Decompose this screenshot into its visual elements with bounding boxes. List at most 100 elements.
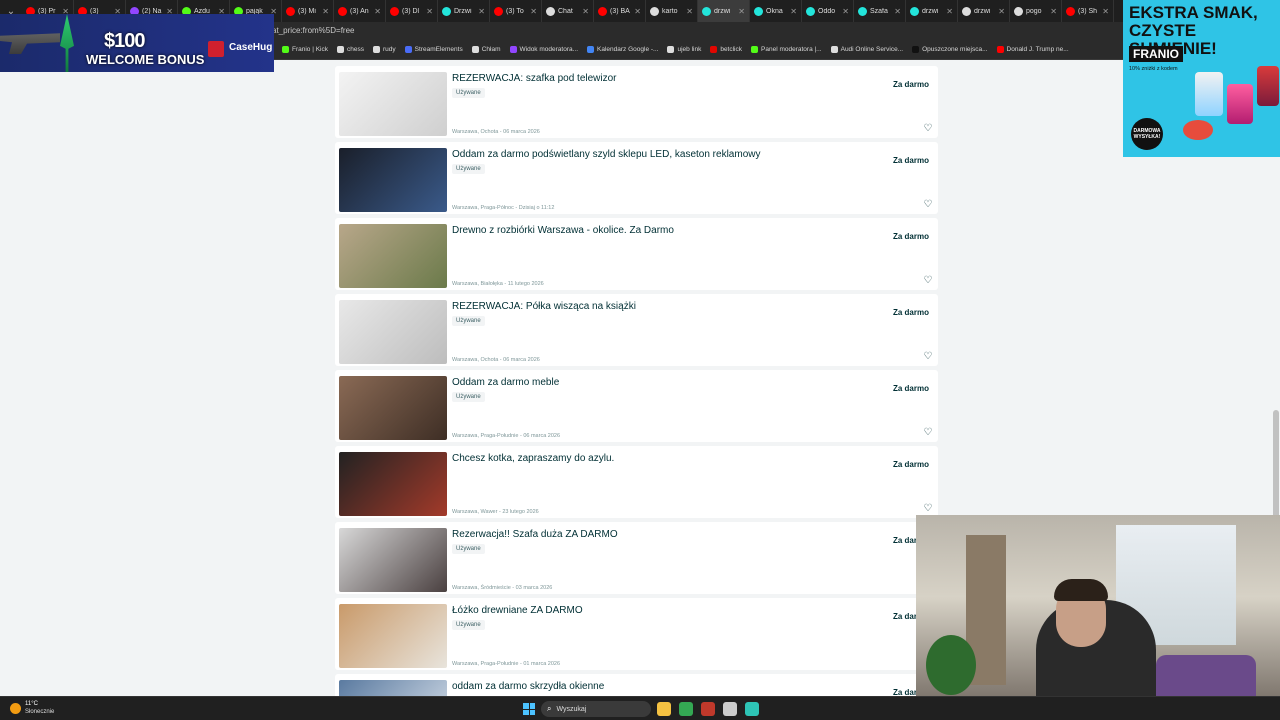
browser-tab[interactable]: karto ✕	[646, 0, 698, 22]
listing-card[interactable]: REZERWACJA: szafka pod telewizor Używane W…	[335, 66, 938, 138]
listing-thumbnail[interactable]	[339, 224, 447, 288]
listing-title[interactable]: Rezerwacja!! Szafa duża ZA DARMO	[452, 529, 872, 540]
listing-thumbnail[interactable]	[339, 376, 447, 440]
windows-start-icon[interactable]	[523, 703, 535, 715]
tab-close-icon[interactable]: ✕	[998, 7, 1005, 16]
listing-card[interactable]: Chcesz kotka, zapraszamy do azylu. Warsza…	[335, 446, 938, 518]
tab-close-icon[interactable]: ✕	[790, 7, 797, 16]
listing-card[interactable]: Oddam za darmo meble Używane Warszawa, Pra…	[335, 370, 938, 442]
browser-tab[interactable]: Okna ✕	[750, 0, 802, 22]
tab-close-icon[interactable]: ✕	[426, 7, 433, 16]
promo-brand: CaseHug	[229, 42, 273, 53]
browser-tab[interactable]: Chat ✕	[542, 0, 594, 22]
tab-close-icon[interactable]: ✕	[478, 7, 485, 16]
favorite-heart-icon[interactable]: ♡	[923, 504, 933, 514]
browser-tab[interactable]: drzwi ✕	[906, 0, 958, 22]
app-doc-icon[interactable]	[745, 702, 759, 716]
favorite-heart-icon[interactable]: ♡	[923, 276, 933, 286]
taskbar-search[interactable]: ⌕ Wyszukaj	[541, 701, 651, 717]
browser-tab[interactable]: Oddo ✕	[802, 0, 854, 22]
listing-card[interactable]: Łóżko drewniane ZA DARMO Używane Warszawa,…	[335, 598, 938, 670]
bookmark-item[interactable]: Opuszczone miejsca...	[912, 46, 988, 53]
bookmark-item[interactable]: Donald J. Trump ne...	[996, 46, 1069, 53]
favorite-heart-icon[interactable]: ♡	[923, 200, 933, 210]
tab-close-icon[interactable]: ✕	[946, 7, 953, 16]
favorite-heart-icon[interactable]: ♡	[923, 352, 933, 362]
tab-close-icon[interactable]: ✕	[894, 7, 901, 16]
bookmark-item[interactable]: Franio | Kick	[282, 46, 328, 53]
app-red-icon[interactable]	[701, 702, 715, 716]
browser-tab[interactable]: Szafa ✕	[854, 0, 906, 22]
webcam-overlay	[916, 515, 1280, 720]
weather-temperature[interactable]: 11°C	[25, 701, 38, 707]
tab-close-icon[interactable]: ✕	[322, 7, 329, 16]
listing-title[interactable]: Drewno z rozbiórki Warszawa - okolice. Z…	[452, 225, 872, 236]
bookmark-item[interactable]: Widok moderatora...	[509, 46, 578, 53]
bookmark-item[interactable]: rudy	[373, 46, 396, 53]
browser-tab[interactable]: (3) BA ✕	[594, 0, 646, 22]
listing-title[interactable]: Oddam za darmo meble	[452, 377, 872, 388]
tab-close-icon[interactable]: ✕	[1102, 7, 1109, 16]
listing-thumbnail[interactable]	[339, 148, 447, 212]
listing-thumbnail[interactable]	[339, 680, 447, 696]
bookmark-item[interactable]: Chłam	[471, 46, 501, 53]
app-gray-icon[interactable]	[723, 702, 737, 716]
listing-thumbnail[interactable]	[339, 72, 447, 136]
casehug-promo-banner: $100 WELCOME BONUS CaseHug	[0, 14, 274, 72]
bookmark-favicon-icon	[509, 46, 517, 53]
tab-favicon-icon	[962, 6, 971, 16]
file-explorer-icon[interactable]	[657, 702, 671, 716]
browser-tab[interactable]: (3) An ✕	[334, 0, 386, 22]
tab-close-icon[interactable]: ✕	[582, 7, 589, 16]
bookmark-favicon-icon	[912, 46, 920, 53]
listing-thumbnail[interactable]	[339, 528, 447, 592]
favorite-heart-icon[interactable]: ♡	[923, 124, 933, 134]
bookmark-item[interactable]: Audi Online Service...	[830, 46, 903, 53]
browser-tab[interactable]: (3) Mi ✕	[282, 0, 334, 22]
tab-title: (3) BA	[610, 7, 630, 15]
listing-card[interactable]: Drewno z rozbiórki Warszawa - okolice. Z…	[335, 218, 938, 290]
tab-favicon-icon	[494, 6, 503, 16]
chrome-icon[interactable]	[679, 702, 693, 716]
listing-thumbnail[interactable]	[339, 604, 447, 668]
bookmark-item[interactable]: ujeb link	[667, 46, 701, 53]
listing-title[interactable]: REZERWACJA: Półka wisząca na książki	[452, 301, 872, 312]
bookmark-item[interactable]: Panel moderatora |...	[751, 46, 822, 53]
listing-thumbnail[interactable]	[339, 300, 447, 364]
tab-close-icon[interactable]: ✕	[738, 7, 745, 16]
tab-favicon-icon	[546, 6, 555, 16]
tab-title: Szafa	[870, 7, 888, 15]
bookmark-item[interactable]: chess	[337, 46, 364, 53]
tab-close-icon[interactable]: ✕	[530, 7, 537, 16]
listing-card[interactable]: Rezerwacja!! Szafa duża ZA DARMO Używane W…	[335, 522, 938, 594]
bookmark-item[interactable]: Kalendarz Google -...	[587, 46, 658, 53]
tab-close-icon[interactable]: ✕	[686, 7, 693, 16]
listing-title[interactable]: Oddam za darmo podświetlany szyld sklepu…	[452, 149, 872, 160]
browser-tab[interactable]: (3) Dl ✕	[386, 0, 438, 22]
tab-close-icon[interactable]: ✕	[374, 7, 381, 16]
listing-card[interactable]: oddam za darmo skrzydła okienneZa darmo♡	[335, 674, 938, 696]
scrollbar-thumb[interactable]	[1273, 410, 1279, 530]
bookmark-item[interactable]: betclick	[710, 46, 742, 53]
listing-title[interactable]: Chcesz kotka, zapraszamy do azylu.	[452, 453, 872, 464]
weather-description[interactable]: Słonecznie	[25, 709, 54, 715]
browser-tab[interactable]: (3) Sh ✕	[1062, 0, 1114, 22]
favorite-heart-icon[interactable]: ♡	[923, 428, 933, 438]
browser-tab[interactable]: drzwi ✕	[698, 0, 750, 22]
listing-location-date: Warszawa, Białołęka - 11 lutego 2026	[452, 281, 544, 287]
browser-tab[interactable]: Drzwi ✕	[438, 0, 490, 22]
listing-thumbnail[interactable]	[339, 452, 447, 516]
listing-title[interactable]: REZERWACJA: szafka pod telewizor	[452, 73, 872, 84]
browser-tab[interactable]: pogo ✕	[1010, 0, 1062, 22]
listing-title[interactable]: Łóżko drewniane ZA DARMO	[452, 605, 872, 616]
tab-close-icon[interactable]: ✕	[1050, 7, 1057, 16]
browser-tab[interactable]: drzwi ✕	[958, 0, 1010, 22]
browser-tab[interactable]: (3) To ✕	[490, 0, 542, 22]
tab-close-icon[interactable]: ✕	[842, 7, 849, 16]
tab-close-icon[interactable]: ✕	[634, 7, 641, 16]
sun-icon[interactable]	[10, 703, 21, 714]
listing-card[interactable]: REZERWACJA: Półka wisząca na książki Używ…	[335, 294, 938, 366]
listing-title[interactable]: oddam za darmo skrzydła okienne	[452, 681, 872, 692]
bookmark-item[interactable]: StreamElements	[404, 46, 463, 53]
listing-card[interactable]: Oddam za darmo podświetlany szyld sklepu…	[335, 142, 938, 214]
